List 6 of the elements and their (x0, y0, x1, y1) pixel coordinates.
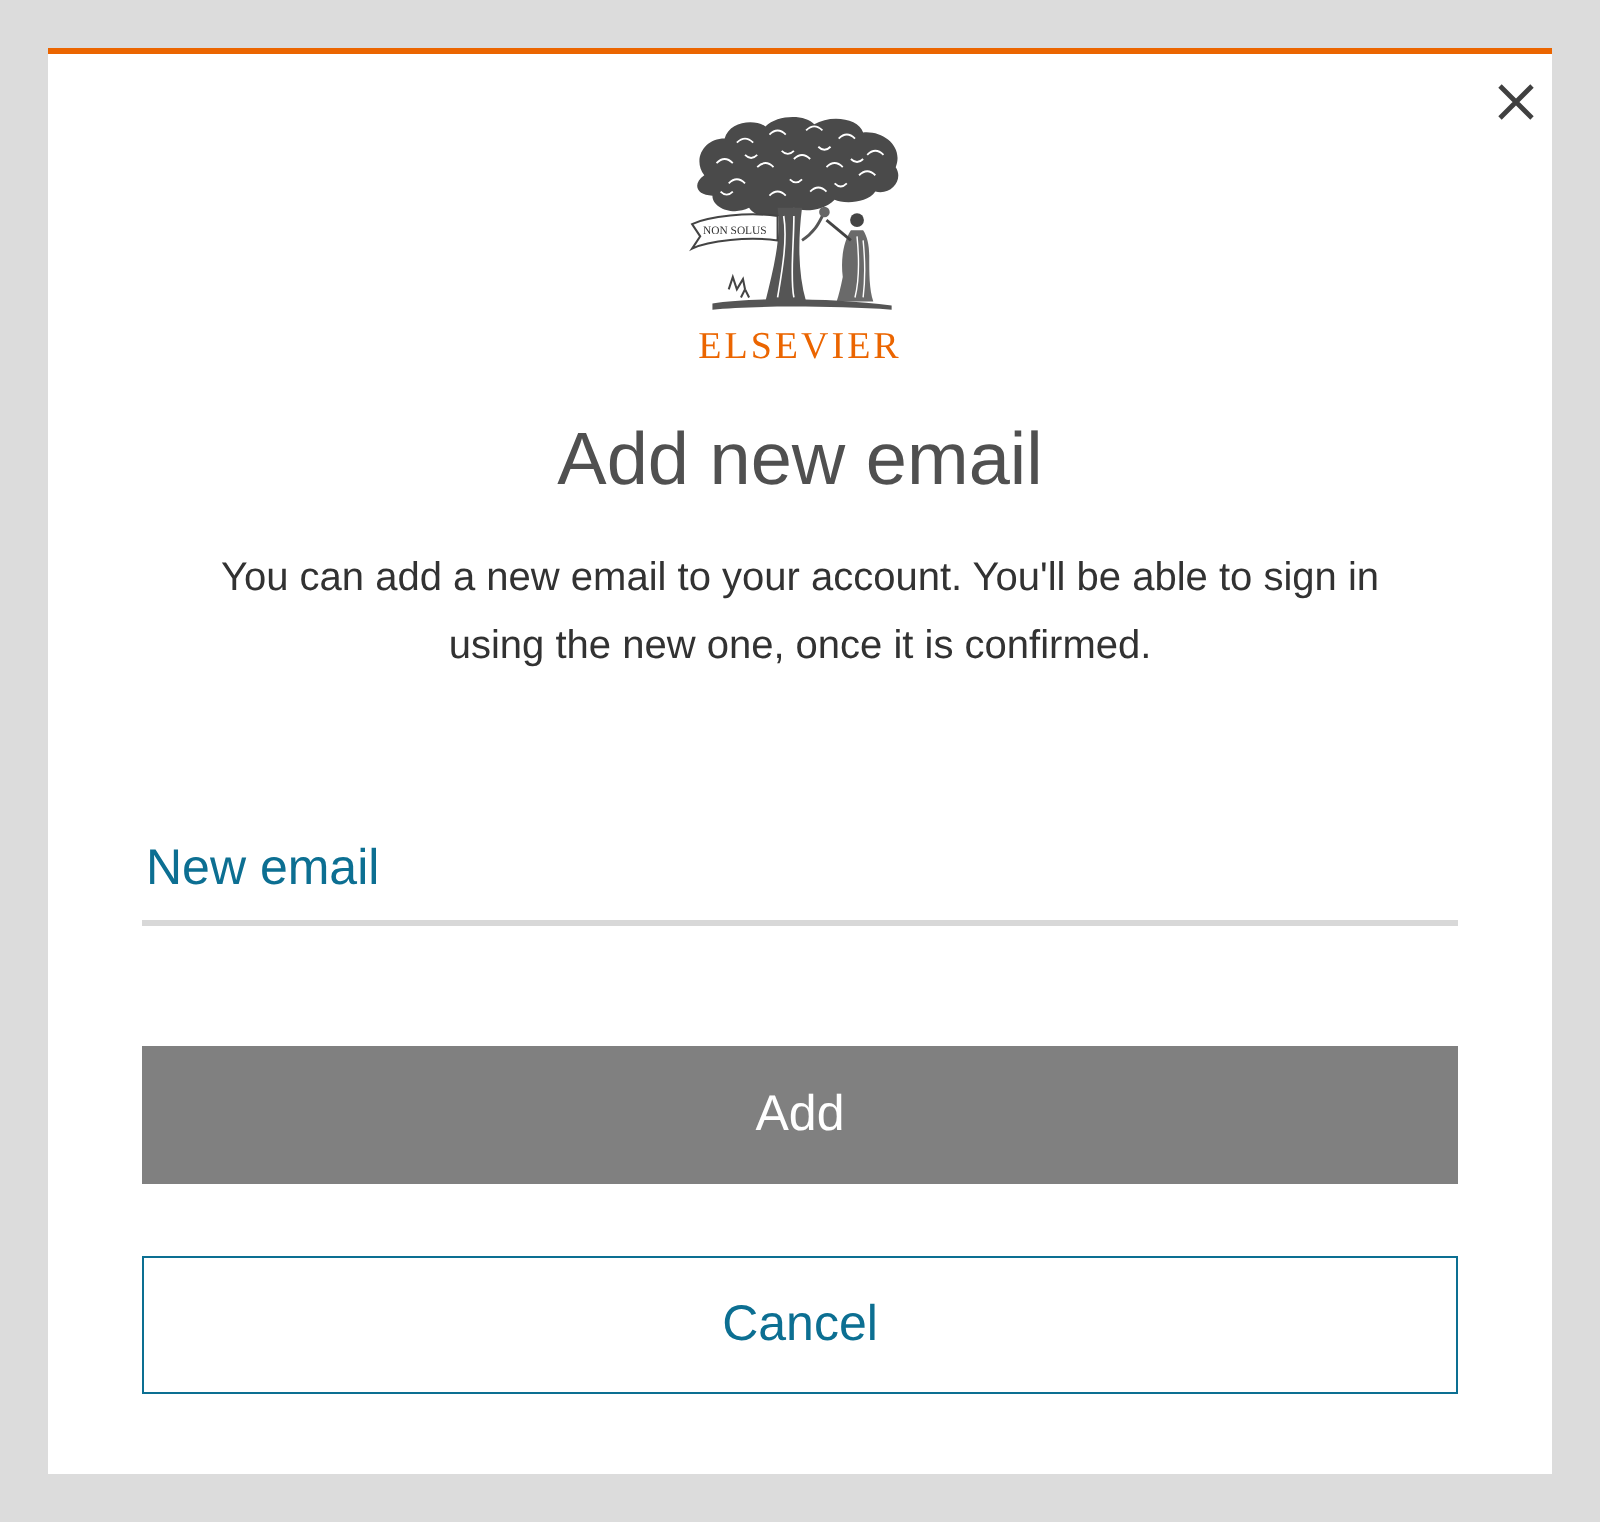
logo-wordmark: ELSEVIER (698, 328, 902, 366)
email-input[interactable]: New email (142, 816, 1458, 926)
dialog-description: You can add a new email to your account. You'll be able to sign in using the new one, once it is confirmed. (218, 554, 1382, 673)
cancel-button[interactable]: Cancel (142, 1255, 1458, 1394)
dialog-title: Add new email (557, 416, 1043, 504)
close-icon (1498, 84, 1534, 120)
